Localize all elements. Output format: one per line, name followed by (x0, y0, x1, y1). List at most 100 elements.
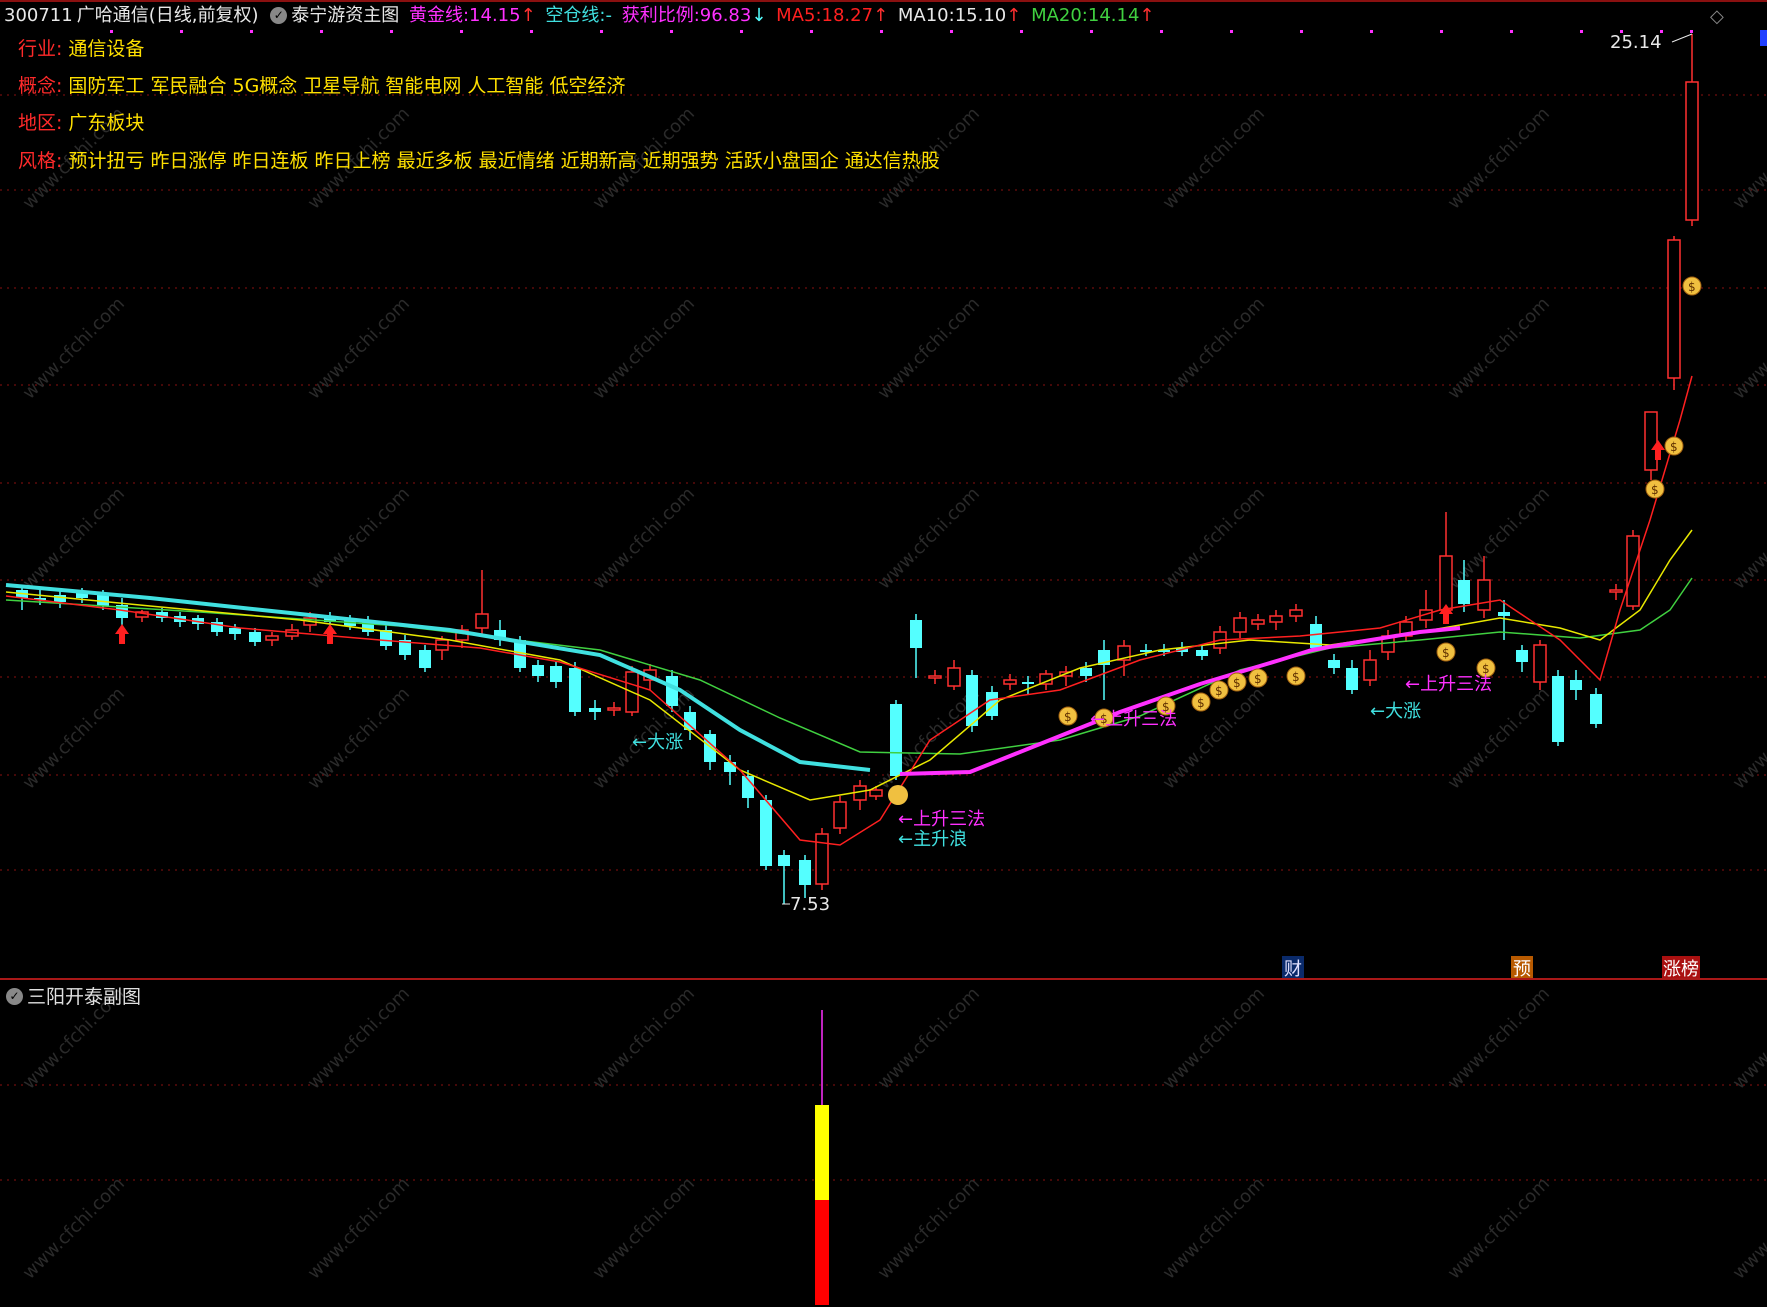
candle-body-down (1570, 680, 1582, 690)
candle-body-down (890, 704, 902, 776)
watermark-text: www.cfchi.com (1729, 683, 1767, 793)
profit-ratio-arrow-icon: ↓ (751, 5, 767, 26)
signal-dot (530, 30, 533, 33)
main-chart-panel[interactable]: 300711 广哈通信(日线,前复权) ✓ 泰宁游资主图 黄金线:14.15↑ 空仓… (0, 0, 1767, 980)
candle-body-down (1516, 650, 1528, 662)
signal-bar-yellow (815, 1105, 829, 1200)
money-bag-symbol: $ (1688, 280, 1696, 294)
candle-body-up (928, 675, 942, 679)
watermark-text: www.cfchi.com (304, 293, 414, 403)
candle-body-down (724, 762, 736, 772)
big-rise-annotation-2: ←大涨 (1370, 701, 1421, 722)
ma20-value: 14.14 (1087, 5, 1140, 26)
watermark-text: www.cfchi.com (874, 1173, 984, 1283)
candle-body-down (778, 855, 790, 866)
ma10-arrow-icon: ↑ (1006, 5, 1022, 26)
industry-row: 行业: 通信设备 (18, 34, 144, 61)
sub-chart-panel[interactable]: ✓ 三阳开泰副图 www.cfchi.com www.cfchi.com www.cf… (0, 980, 1767, 1307)
candle-body-down (229, 628, 241, 634)
candle-body-down (1328, 660, 1340, 668)
watermark-text: www.cfchi.com (1159, 293, 1269, 403)
sub-indicator-chart[interactable]: www.cfchi.com www.cfchi.com www.cfchi.com w… (0, 980, 1767, 1307)
money-bag-symbol: $ (1064, 710, 1072, 724)
forecast-badge-label: 预 (1513, 959, 1531, 980)
watermark-text: www.cfchi.com (1444, 293, 1554, 403)
candle-body-down (569, 668, 581, 712)
signal-dot (1510, 30, 1513, 33)
watermark-text: www.cfchi.com (304, 983, 414, 1093)
candle-body-up (1609, 589, 1623, 593)
watermark-text: www.cfchi.com (1159, 483, 1269, 593)
right-edge-marker (1760, 30, 1767, 46)
watermark-text: www.cfchi.com (19, 683, 129, 793)
money-bag-symbol: $ (1670, 440, 1678, 454)
sub-formula-check-icon[interactable]: ✓ (6, 988, 23, 1005)
signal-dot (1440, 30, 1443, 33)
money-bag-symbol: $ (1215, 684, 1223, 698)
candle-body-up (265, 635, 279, 641)
money-bag-symbol: $ (1651, 483, 1659, 497)
profit-ratio-value: 96.83 (699, 5, 752, 26)
signal-dot (1020, 30, 1023, 33)
signal-dot (1300, 30, 1303, 33)
watermark-text: www.cfchi.com (304, 1173, 414, 1283)
grid-lines (0, 94, 1767, 871)
gold-line-arrow-icon: ↑ (520, 5, 536, 26)
stock-code: 300711 (4, 5, 73, 26)
signal-dot (110, 30, 113, 33)
region-value: 广东板块 (68, 112, 145, 134)
limit-list-badge-label: 涨榜 (1663, 959, 1699, 980)
candle-body-up (1003, 679, 1017, 685)
ma10-line (5, 529, 1693, 801)
watermark-text: www.cfchi.com (589, 293, 699, 403)
finance-badge-label: 财 (1284, 959, 1302, 980)
region-label: 地区: (18, 112, 63, 134)
money-bag-symbol: $ (1254, 672, 1262, 686)
signal-dot (600, 30, 603, 33)
watermark-text: www.cfchi.com (1159, 983, 1269, 1093)
signal-dot (1230, 30, 1233, 33)
candle-body-up (1251, 619, 1265, 625)
region-row: 地区: 广东板块 (18, 108, 144, 135)
watermark-text: www.cfchi.com (1159, 1173, 1269, 1283)
candle-body-down (54, 595, 66, 602)
watermark-text: www.cfchi.com (1444, 103, 1554, 213)
candle-body-down (1022, 682, 1034, 684)
empty-line-value: - (605, 5, 612, 26)
ma10-label: MA10: (897, 5, 955, 26)
candle-body-down (419, 650, 431, 668)
watermark-text: www.cfchi.com (304, 683, 414, 793)
high-marker-line (1671, 33, 1693, 43)
style-row: 风格: 预计扭亏 昨日涨停 昨日连板 昨日上榜 最近多板 最近情绪 近期新高 近期… (18, 146, 940, 173)
industry-value: 通信设备 (68, 38, 145, 60)
candle-body-down (1590, 694, 1602, 724)
diamond-icon[interactable]: ◇ (1710, 6, 1724, 27)
gold-line-value: 14.15 (469, 5, 521, 26)
sub-grid-lines (0, 1084, 1767, 1181)
rise-three-annotation-2: ←上升三法 (1090, 709, 1177, 730)
candle-body-up (607, 707, 621, 711)
money-bag-symbol: $ (1292, 670, 1300, 684)
candle-body-up (1685, 81, 1699, 221)
concept-row: 概念: 国防军工 军民融合 5G概念 卫星导航 智能电网 人工智能 低空经济 (18, 71, 625, 98)
ma5-value: 18.27 (821, 5, 874, 26)
sub-chart-title[interactable]: 三阳开泰副图 (27, 986, 141, 1008)
ma20-arrow-icon: ↑ (1139, 5, 1155, 26)
candle-body-up (1363, 659, 1377, 681)
main-wave-annotation: ←主升浪 (898, 829, 967, 850)
signal-dot (180, 30, 183, 33)
candle-body-up (1667, 239, 1681, 379)
formula-name[interactable]: 泰宁游资主图 (291, 5, 399, 26)
signal-dot (950, 30, 953, 33)
formula-check-icon[interactable]: ✓ (270, 6, 288, 24)
signal-dot (1090, 30, 1093, 33)
watermark-text: www.cfchi.com (589, 483, 699, 593)
signal-dot (880, 30, 883, 33)
candle-body-up (1644, 411, 1658, 471)
watermark-text: www.cfchi.com (1729, 103, 1767, 213)
ma10-value: 15.10 (954, 5, 1007, 26)
watermark-text: www.cfchi.com (1729, 983, 1767, 1093)
watermark-text: www.cfchi.com (1729, 1173, 1767, 1283)
watermark-text: www.cfchi.com (1159, 103, 1269, 213)
period-label: (日线,前复权) (148, 5, 259, 26)
